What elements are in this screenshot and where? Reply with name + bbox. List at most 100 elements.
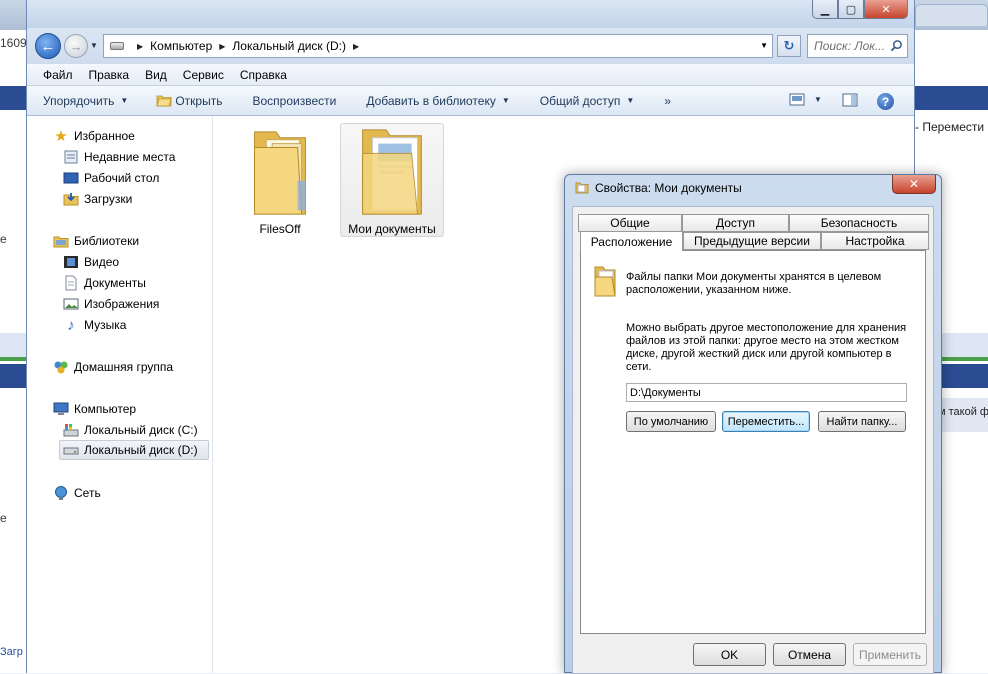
- organize-button[interactable]: Упорядочить ▼: [43, 94, 128, 108]
- nav-documents[interactable]: Документы: [63, 273, 146, 293]
- tab-location[interactable]: Расположение: [580, 231, 683, 251]
- nav-video[interactable]: Видео: [63, 252, 119, 272]
- background-right-text: м такой ф: [938, 406, 988, 418]
- command-bar: Упорядочить ▼ Открыть Воспроизвести Добав…: [27, 86, 914, 116]
- dialog-close-button[interactable]: ✕: [892, 175, 936, 194]
- location-description-line: расположении, указанном ниже.: [626, 284, 792, 296]
- folder-filesoff-label: FilesOff: [259, 222, 301, 236]
- background-band: [915, 86, 988, 110]
- forward-button[interactable]: →: [64, 34, 88, 58]
- minimize-button[interactable]: ▁: [812, 0, 838, 19]
- chevron-right-icon[interactable]: ▶: [137, 42, 143, 51]
- chevron-right-icon[interactable]: ▶: [353, 42, 359, 51]
- nav-recent[interactable]: Недавние места: [63, 147, 175, 167]
- background-left-glyph: e: [0, 232, 7, 246]
- search-placeholder: Поиск: Лок...: [814, 39, 885, 53]
- maximize-button[interactable]: ▢: [838, 0, 864, 19]
- nav-desktop[interactable]: Рабочий стол: [63, 168, 159, 188]
- background-tab: [915, 4, 988, 26]
- menu-file[interactable]: Файл: [35, 68, 81, 82]
- add-to-library-label: Добавить в библиотеку: [366, 93, 496, 108]
- dialog-titlebar[interactable]: Свойства: Мои документы: [575, 181, 742, 195]
- more-commands-button[interactable]: »: [664, 94, 671, 108]
- menu-view[interactable]: Вид: [137, 68, 175, 82]
- background-left-link[interactable]: Загр: [0, 646, 23, 658]
- play-button[interactable]: Воспроизвести: [252, 94, 336, 108]
- tab-customize[interactable]: Настройка: [821, 232, 929, 250]
- close-button[interactable]: ✕: [864, 0, 908, 19]
- system-drive-icon: [63, 424, 79, 437]
- preview-pane-button[interactable]: [842, 93, 858, 107]
- tab-general[interactable]: Общие: [578, 214, 682, 232]
- find-target-button[interactable]: Найти папку...: [818, 411, 906, 432]
- background-green-line: [0, 357, 26, 361]
- background-band: [0, 86, 26, 110]
- dialog-title: Свойства: Мои документы: [595, 181, 742, 195]
- nav-recent-label: Недавние места: [84, 150, 176, 164]
- address-dropdown-icon[interactable]: ▼: [760, 41, 768, 50]
- location-info-line: сети.: [626, 361, 652, 373]
- move-button[interactable]: Переместить...: [722, 411, 810, 432]
- nav-favorites[interactable]: ★ Избранное: [53, 126, 135, 146]
- restore-default-button[interactable]: По умолчанию: [626, 411, 716, 432]
- nav-images[interactable]: Изображения: [63, 294, 159, 314]
- menu-edit[interactable]: Правка: [81, 68, 138, 82]
- drive-icon: [110, 42, 124, 50]
- refresh-button[interactable]: ↻: [777, 35, 801, 57]
- recent-places-icon: [64, 150, 78, 164]
- nav-drive-d-label: Локальный диск (D:): [84, 443, 198, 457]
- nav-computer[interactable]: Компьютер: [53, 399, 136, 419]
- window-controls: ▁ ▢ ✕: [812, 0, 908, 19]
- menu-tools[interactable]: Сервис: [175, 68, 232, 82]
- dialog-body: Общие Доступ Безопасность Расположение П…: [572, 206, 934, 674]
- share-label: Общий доступ: [539, 93, 621, 108]
- ok-button[interactable]: OK: [693, 643, 766, 666]
- search-input[interactable]: Поиск: Лок...: [807, 34, 908, 58]
- help-button[interactable]: ?: [877, 93, 894, 110]
- tab-sharing[interactable]: Доступ: [682, 214, 789, 232]
- help-icon: ?: [877, 93, 894, 110]
- nav-documents-label: Документы: [84, 276, 146, 290]
- menu-help[interactable]: Справка: [232, 68, 295, 82]
- view-options-button[interactable]: ▼: [789, 93, 822, 106]
- cancel-button[interactable]: Отмена: [773, 643, 846, 666]
- arrow-right-icon: →: [69, 38, 83, 54]
- search-icon[interactable]: [890, 39, 903, 52]
- breadcrumb-computer[interactable]: Компьютер: [150, 39, 212, 53]
- background-band: [0, 333, 26, 357]
- navigation-pane: ★ Избранное Недавние места Рабочий стол …: [27, 116, 213, 673]
- open-label: Открыть: [175, 93, 223, 108]
- explorer-titlebar[interactable]: ▁ ▢ ✕: [27, 0, 914, 28]
- share-button[interactable]: Общий доступ ▼: [540, 94, 635, 108]
- location-path-input[interactable]: D:\Документы: [626, 383, 907, 402]
- breadcrumb-drive-d[interactable]: Локальный диск (D:): [232, 39, 346, 53]
- nav-network[interactable]: Сеть: [53, 483, 101, 503]
- tab-previous-versions[interactable]: Предыдущие версии: [683, 232, 821, 250]
- nav-libraries-label: Библиотеки: [74, 234, 140, 248]
- folder-my-documents[interactable]: Мои документы: [340, 123, 444, 237]
- chevron-right-icon[interactable]: ▶: [219, 42, 225, 51]
- minimize-icon: ▁: [820, 3, 830, 16]
- apply-button[interactable]: Применить: [853, 643, 927, 666]
- add-to-library-button[interactable]: Добавить в библиотеку ▼: [366, 94, 509, 108]
- nav-music-label: Музыка: [84, 318, 127, 332]
- back-button[interactable]: ←: [35, 33, 61, 59]
- background-right-text: - Перемести: [915, 120, 985, 134]
- nav-libraries[interactable]: Библиотеки: [53, 231, 139, 251]
- folder-filesoff[interactable]: FilesOff: [235, 124, 325, 236]
- nav-downloads[interactable]: Загрузки: [63, 189, 132, 209]
- recent-pages-dropdown[interactable]: ▼: [90, 41, 98, 50]
- folder-icon: [575, 182, 589, 194]
- nav-music[interactable]: ♪ Музыка: [63, 315, 126, 335]
- caret-down-icon: ▼: [120, 96, 129, 105]
- nav-drive-d[interactable]: Локальный диск (D:): [59, 440, 209, 460]
- close-icon: ✕: [881, 3, 891, 16]
- nav-homegroup[interactable]: Домашняя группа: [53, 357, 173, 377]
- tab-security[interactable]: Безопасность: [789, 214, 929, 232]
- address-row: ← → ▼ ▶ Компьютер ▶ Локальный диск (D:) …: [27, 28, 914, 64]
- open-button[interactable]: Открыть: [156, 94, 222, 108]
- location-info-line: диске, другой жесткий диск или другой ко…: [626, 348, 892, 360]
- address-bar[interactable]: ▶ Компьютер ▶ Локальный диск (D:) ▶ ▼: [103, 34, 773, 58]
- nav-drive-c[interactable]: Локальный диск (C:): [63, 420, 198, 440]
- homegroup-icon: [54, 361, 68, 374]
